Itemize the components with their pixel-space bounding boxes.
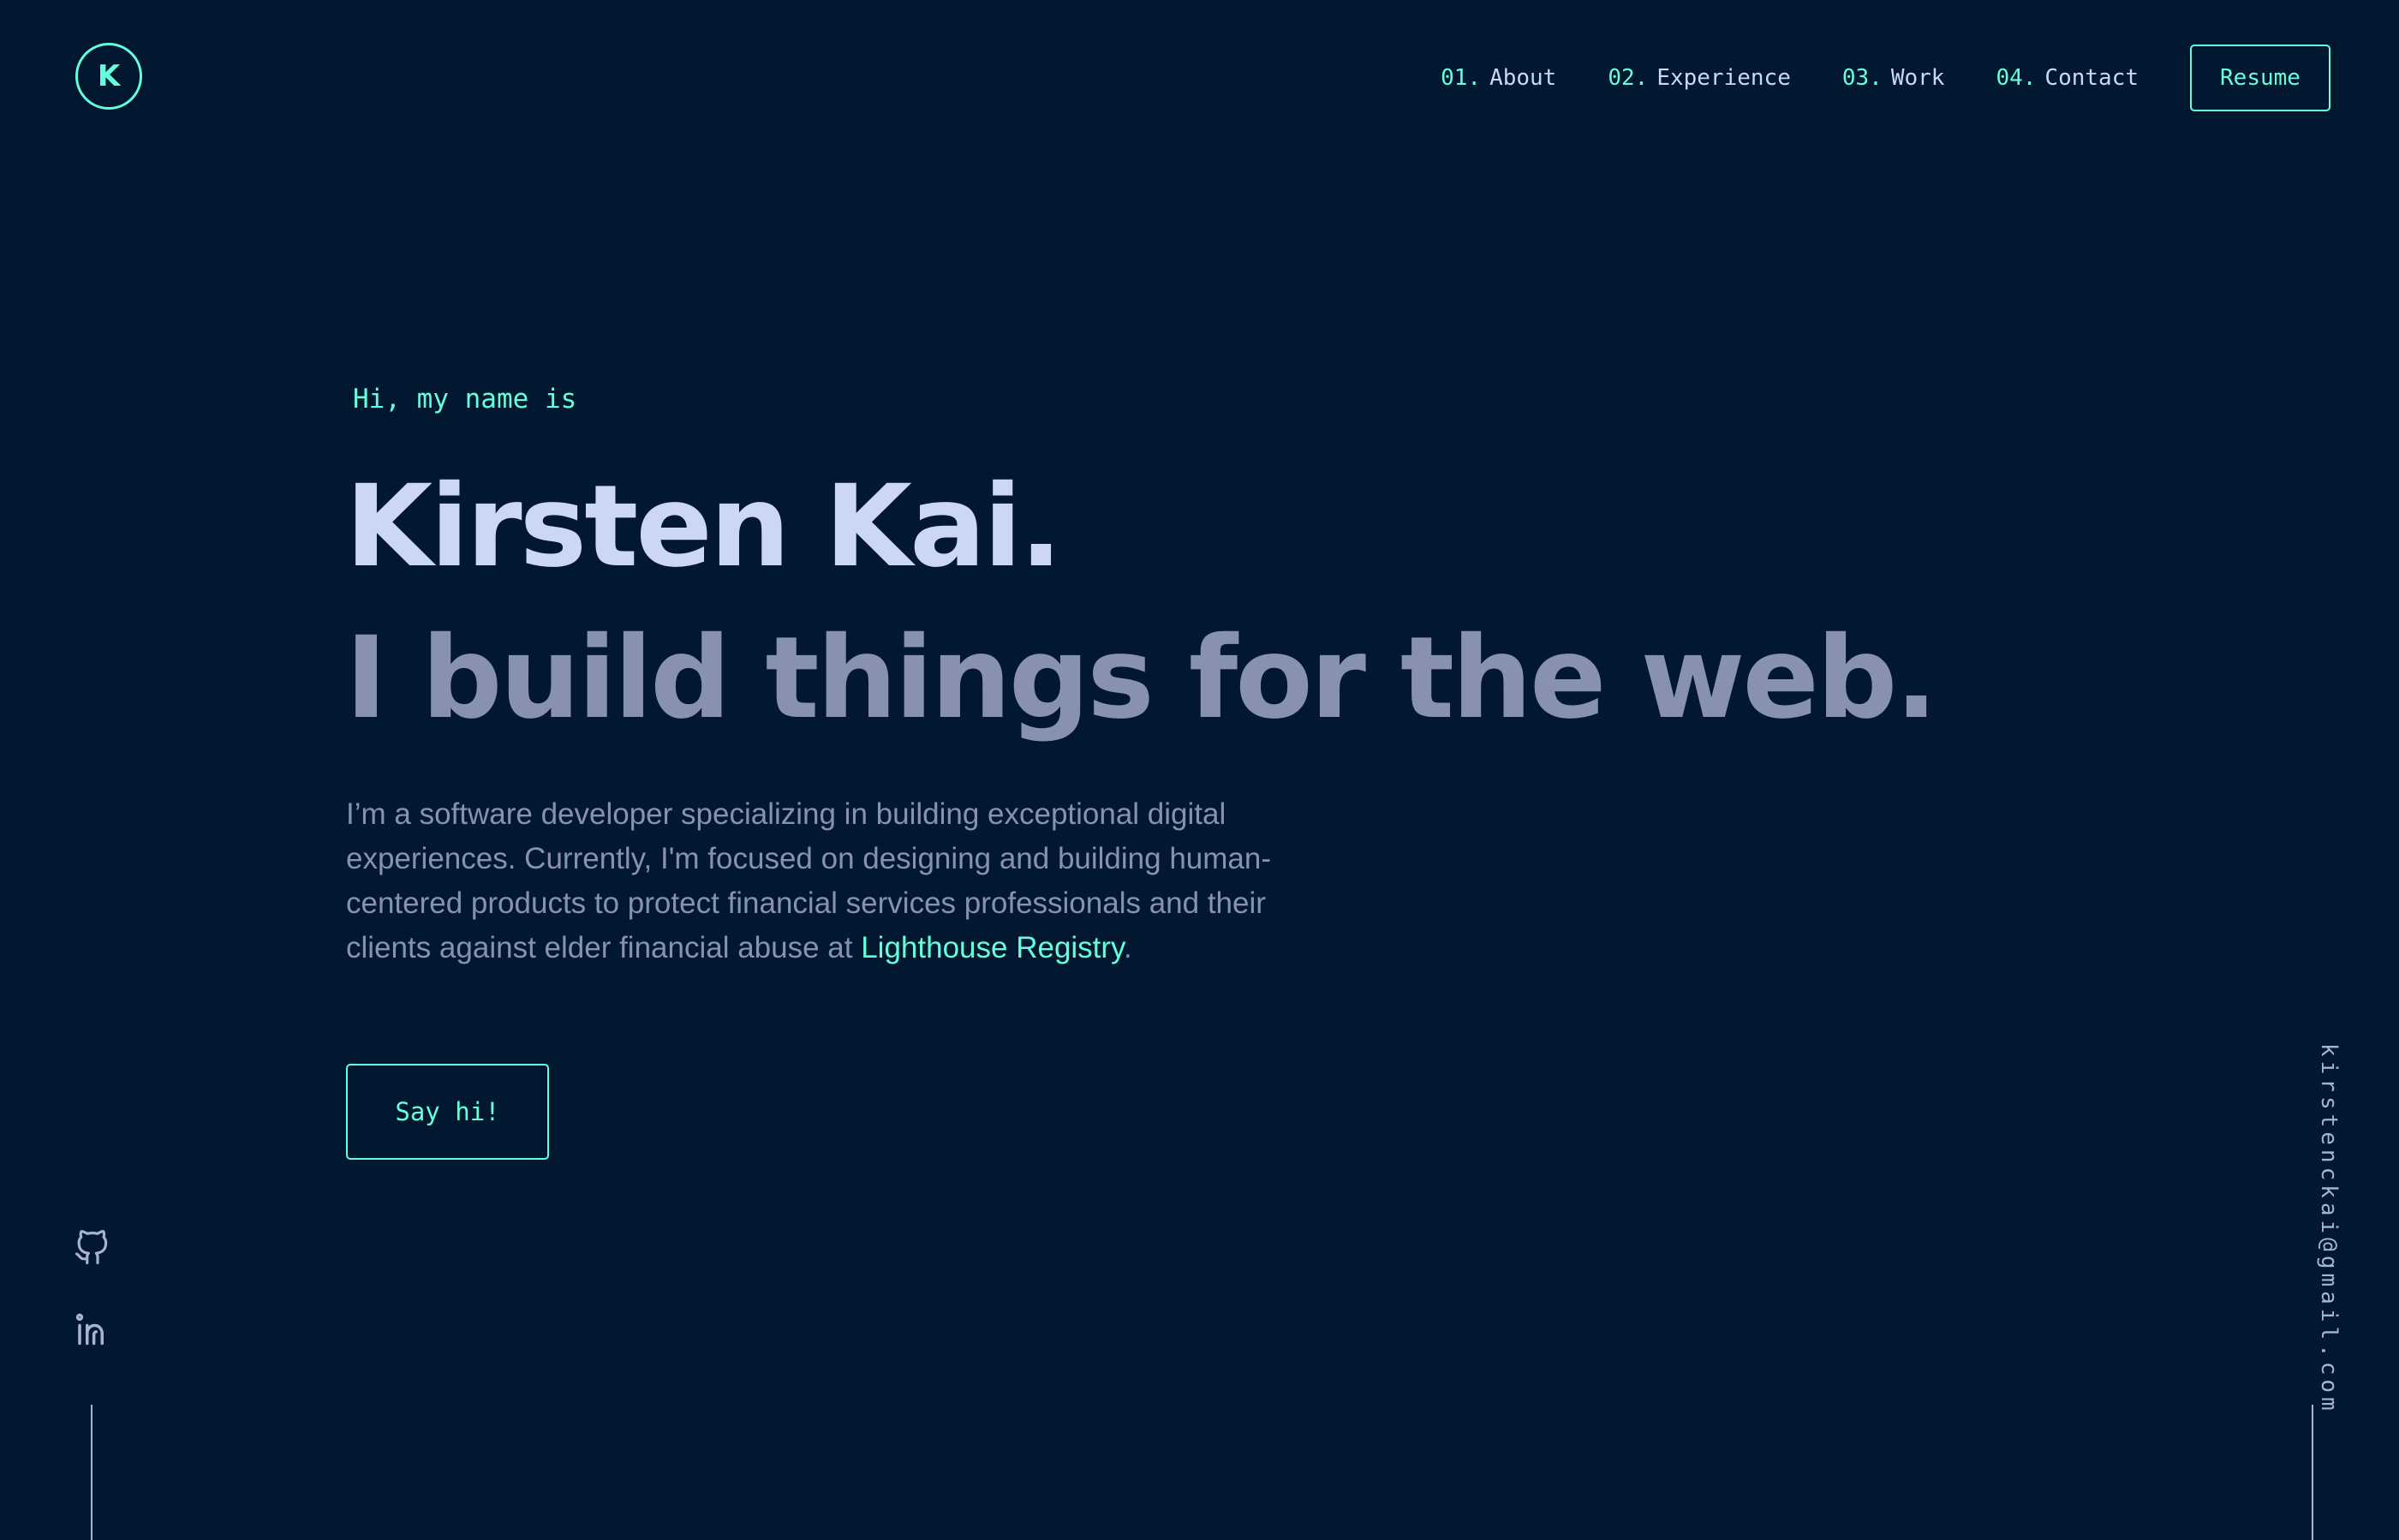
nav-item-number: 04. <box>1996 65 2037 91</box>
nav-item-label: Work <box>1890 65 1945 91</box>
nav-item-experience[interactable]: 02. Experience <box>1608 65 1791 91</box>
hero-description: I’m a software developer specializing in… <box>346 792 1288 970</box>
linkedin-icon <box>75 1313 104 1346</box>
nav-item-contact[interactable]: 04. Contact <box>1996 65 2139 91</box>
hero-greeting: Hi, my name is <box>353 384 577 415</box>
hero-description-end: . <box>1123 931 1132 964</box>
nav-item-label: Contact <box>2044 65 2139 91</box>
email-link[interactable]: kirstenckai@gmail.com <box>2316 1043 2342 1415</box>
hero-name: Kirsten Kai. <box>345 461 1063 593</box>
hero-tagline: I build things for the web. <box>345 612 1938 744</box>
github-link[interactable] <box>74 1230 110 1266</box>
main-nav: 01. About 02. Experience 03. Work 04. Co… <box>1441 45 2330 111</box>
nav-item-number: 02. <box>1608 65 1649 91</box>
github-icon <box>75 1230 108 1265</box>
logo-letter: K <box>97 59 121 93</box>
nav-item-label: Experience <box>1656 65 1791 91</box>
company-link[interactable]: Lighthouse Registry <box>861 931 1124 964</box>
hero-description-text: I’m a software developer specializing in… <box>346 797 1271 964</box>
nav-item-number: 01. <box>1441 65 1482 91</box>
linkedin-link[interactable] <box>74 1310 110 1346</box>
nav-item-about[interactable]: 01. About <box>1441 65 1556 91</box>
left-vertical-line <box>91 1405 92 1540</box>
nav-item-number: 03. <box>1841 65 1883 91</box>
logo-button[interactable]: K <box>75 43 142 110</box>
nav-item-work[interactable]: 03. Work <box>1842 65 1945 91</box>
right-vertical-line <box>2312 1405 2313 1540</box>
say-hi-button[interactable]: Say hi! <box>346 1064 549 1160</box>
resume-button[interactable]: Resume <box>2190 45 2330 111</box>
nav-item-label: About <box>1489 65 1557 91</box>
